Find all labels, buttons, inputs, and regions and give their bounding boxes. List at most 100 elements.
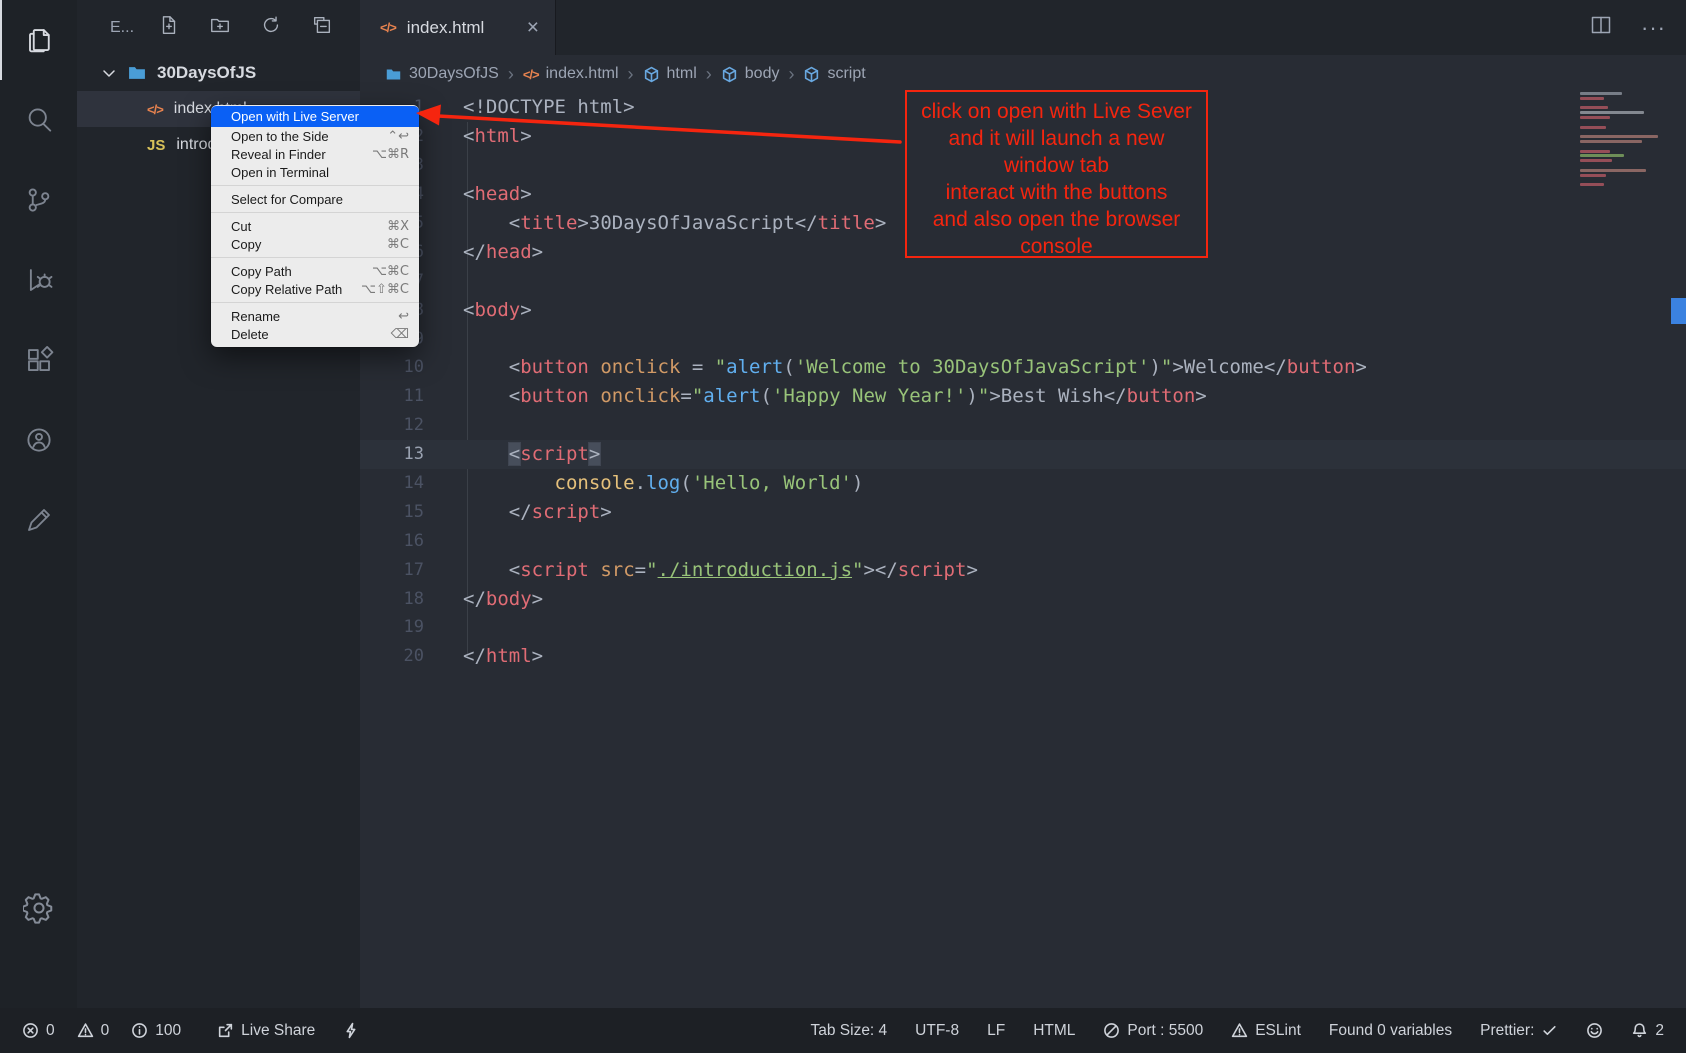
- line-number: 13: [360, 444, 424, 464]
- eol-indicator[interactable]: LF: [987, 1022, 1005, 1040]
- menu-separator: [211, 185, 419, 186]
- symbol-cube-icon: [803, 66, 820, 83]
- menu-item-open-to-the-side[interactable]: Open to the Side⌃↩: [211, 127, 419, 145]
- breadcrumb-item-body[interactable]: body: [721, 65, 780, 83]
- check-icon: [1541, 1022, 1558, 1039]
- circle-slash-icon: [1103, 1022, 1120, 1039]
- prettier-status[interactable]: Prettier:: [1480, 1022, 1558, 1040]
- refresh-icon[interactable]: [260, 14, 282, 41]
- menu-item-reveal-in-finder[interactable]: Reveal in Finder⌥⌘R: [211, 145, 419, 163]
- info-circle-icon: [131, 1022, 148, 1039]
- variables-found-status[interactable]: Found 0 variables: [1329, 1022, 1452, 1040]
- breadcrumb-item-script[interactable]: script: [803, 65, 865, 83]
- tab-index-html[interactable]: </> index.html ×: [360, 0, 556, 55]
- new-file-icon[interactable]: [158, 14, 180, 41]
- menu-item-copy-path[interactable]: Copy Path⌥⌘C: [211, 262, 419, 280]
- line-number: 14: [360, 473, 424, 493]
- edit-session-icon[interactable]: [0, 480, 77, 560]
- code-line[interactable]: 9: [360, 324, 1686, 353]
- line-number: 19: [360, 617, 424, 637]
- tab-bar: </> index.html × ···: [360, 0, 1686, 55]
- explorer-icon[interactable]: [0, 0, 77, 80]
- chevron-down-icon: [101, 65, 117, 81]
- menu-item-copy[interactable]: Copy⌘C: [211, 235, 419, 253]
- breadcrumb-item-file[interactable]: </> index.html: [523, 65, 619, 83]
- tab-size-indicator[interactable]: Tab Size: 4: [810, 1022, 887, 1040]
- line-number: 16: [360, 531, 424, 551]
- code-line[interactable]: 14 console.log('Hello, World'): [360, 469, 1686, 498]
- code-line[interactable]: 8<body>: [360, 295, 1686, 324]
- live-share-button[interactable]: Live Share: [217, 1022, 315, 1040]
- annotation-box: click on open with Live Sever and it wil…: [905, 90, 1208, 258]
- new-folder-icon[interactable]: [209, 14, 231, 41]
- menu-item-rename[interactable]: Rename↩: [211, 307, 419, 325]
- code-line[interactable]: 7: [360, 266, 1686, 295]
- line-number: 20: [360, 646, 424, 666]
- breadcrumb-item-html[interactable]: html: [643, 65, 697, 83]
- menu-item-delete[interactable]: Delete⌫: [211, 325, 419, 343]
- code-line[interactable]: 17 <script src="./introduction.js"></scr…: [360, 555, 1686, 584]
- code-line[interactable]: 13 <script>: [360, 440, 1686, 469]
- line-number: 10: [360, 357, 424, 377]
- code-line[interactable]: 20</html>: [360, 642, 1686, 671]
- notifications-bell[interactable]: 2: [1631, 1022, 1664, 1040]
- code-line[interactable]: 15 </script>: [360, 497, 1686, 526]
- overview-ruler-marker[interactable]: [1671, 298, 1686, 324]
- problems-errors[interactable]: 0: [22, 1022, 55, 1040]
- status-bar: 0 0 100 Live Share Tab Size: 4 UTF-8 LF …: [0, 1008, 1686, 1053]
- breadcrumb-item-folder[interactable]: 30DaysOfJS: [385, 65, 499, 83]
- live-share-icon[interactable]: [0, 400, 77, 480]
- source-control-icon[interactable]: [0, 160, 77, 240]
- code-line[interactable]: 18</body>: [360, 584, 1686, 613]
- bell-icon: [1631, 1022, 1648, 1039]
- menu-item-cut[interactable]: Cut⌘X: [211, 217, 419, 235]
- search-icon[interactable]: [0, 80, 77, 160]
- settings-gear-icon[interactable]: [0, 878, 77, 938]
- symbol-cube-icon: [721, 66, 738, 83]
- live-server-port[interactable]: Port : 5500: [1103, 1022, 1203, 1040]
- encoding-indicator[interactable]: UTF-8: [915, 1022, 959, 1040]
- code-line[interactable]: 16: [360, 526, 1686, 555]
- feedback-smiley-icon[interactable]: [1586, 1022, 1603, 1039]
- problems-warnings[interactable]: 0: [77, 1022, 110, 1040]
- code-line[interactable]: 11 <button onclick="alert('Happy New Yea…: [360, 382, 1686, 411]
- collapse-all-icon[interactable]: [311, 14, 333, 41]
- sidebar-root-folder[interactable]: 30DaysOfJS: [77, 55, 360, 91]
- line-number: 12: [360, 415, 424, 435]
- explorer-header: E...: [77, 0, 360, 55]
- js-file-icon: JS: [147, 137, 165, 154]
- activity-bar: [0, 0, 77, 1008]
- code-line[interactable]: 19: [360, 613, 1686, 642]
- menu-item-open-in-terminal[interactable]: Open in Terminal: [211, 163, 419, 181]
- run-debug-icon[interactable]: [0, 240, 77, 320]
- close-tab-icon[interactable]: ×: [527, 17, 539, 38]
- menu-separator: [211, 302, 419, 303]
- code-line[interactable]: 10 <button onclick = "alert('Welcome to …: [360, 353, 1686, 382]
- lightning-icon[interactable]: [343, 1022, 360, 1039]
- folder-icon: [385, 66, 402, 83]
- menu-item-copy-relative-path[interactable]: Copy Relative Path⌥⇧⌘C: [211, 280, 419, 298]
- code-line[interactable]: 12: [360, 411, 1686, 440]
- menu-separator: [211, 257, 419, 258]
- folder-icon: [127, 63, 147, 83]
- language-mode-indicator[interactable]: HTML: [1033, 1022, 1075, 1040]
- context-menu: Open with Live ServerOpen to the Side⌃↩R…: [211, 105, 419, 347]
- menu-item-open-with-live-server[interactable]: Open with Live Server: [211, 106, 419, 127]
- extensions-icon[interactable]: [0, 320, 77, 400]
- html-file-icon: </>: [380, 20, 396, 35]
- eslint-warning-icon: [1231, 1022, 1248, 1039]
- html-file-icon: </>: [523, 67, 539, 82]
- line-number: 18: [360, 589, 424, 609]
- explorer-title: E...: [110, 19, 134, 37]
- menu-separator: [211, 212, 419, 213]
- more-actions-icon[interactable]: ···: [1641, 15, 1666, 41]
- info-count[interactable]: 100: [131, 1022, 181, 1040]
- warning-triangle-icon: [77, 1022, 94, 1039]
- minimap[interactable]: [1580, 92, 1668, 188]
- line-number: 17: [360, 560, 424, 580]
- split-editor-icon[interactable]: [1589, 13, 1613, 42]
- eslint-status[interactable]: ESLint: [1231, 1022, 1301, 1040]
- breadcrumb: 30DaysOfJS › </> index.html › html › bod…: [360, 55, 1686, 93]
- symbol-cube-icon: [643, 66, 660, 83]
- menu-item-select-for-compare[interactable]: Select for Compare: [211, 190, 419, 208]
